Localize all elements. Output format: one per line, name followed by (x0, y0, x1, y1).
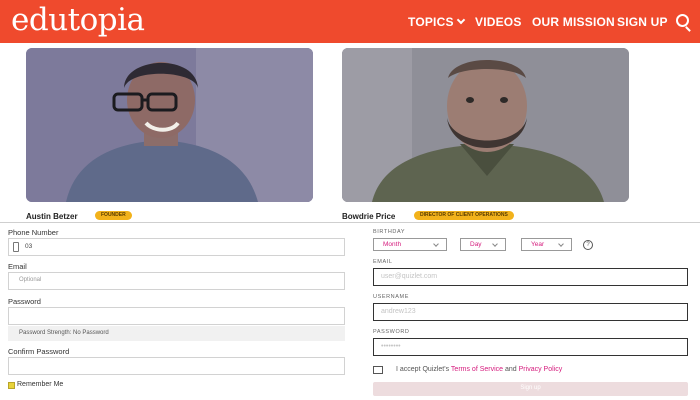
password-strength-text: Password Strength: No Password (19, 330, 109, 336)
phone-icon (13, 242, 19, 252)
terms-of-service-link[interactable]: Terms of Service (451, 366, 503, 373)
email-label: Email (8, 262, 27, 271)
remember-me-label[interactable]: Remember Me (17, 381, 63, 388)
username-label: USERNAME (373, 294, 409, 300)
year-select[interactable]: Year (521, 238, 572, 251)
password-input[interactable]: •••••••• (373, 338, 688, 356)
email-input[interactable]: user@quizlet.com (373, 268, 688, 286)
staff-name-bowdrie: Bowdrie Price (342, 212, 396, 221)
email-placeholder: Optional (19, 277, 42, 283)
staff-photo-austin (26, 48, 313, 202)
accept-terms-checkbox[interactable] (373, 366, 383, 374)
top-navigation-bar: edutopia TOPICS VIDEOS OUR MISSION SIGN … (0, 0, 700, 43)
nav-sign-up[interactable]: SIGN UP (617, 15, 668, 29)
chevron-down-icon (492, 241, 498, 247)
password-field[interactable] (8, 307, 345, 325)
section-divider (0, 222, 700, 223)
phone-field[interactable]: 03 (8, 238, 345, 256)
month-select[interactable]: Month (373, 238, 447, 251)
edutopia-logo[interactable]: edutopia (11, 2, 145, 38)
nav-topics-label: TOPICS (408, 15, 454, 29)
chevron-down-icon (433, 241, 439, 247)
username-placeholder: andrew123 (381, 308, 416, 315)
search-icon[interactable] (676, 14, 689, 27)
accept-and: and (505, 366, 517, 373)
staff-name-austin: Austin Betzer (26, 212, 78, 221)
phone-value: 03 (25, 243, 33, 250)
nav-topics[interactable]: TOPICS (408, 15, 465, 29)
username-input[interactable]: andrew123 (373, 303, 688, 321)
birthday-label: BIRTHDAY (373, 229, 406, 235)
help-icon[interactable]: ? (583, 240, 593, 250)
email-input-placeholder: user@quizlet.com (381, 273, 438, 280)
remember-me-checkbox[interactable] (8, 382, 15, 389)
role-badge-director: DIRECTOR OF CLIENT OPERATIONS (414, 211, 514, 220)
email-label-right: EMAIL (373, 259, 393, 265)
password-strength-hint: Password Strength: No Password (8, 326, 345, 341)
month-value: Month (383, 241, 402, 248)
password-label: Password (8, 297, 41, 306)
phone-label: Phone Number (8, 228, 59, 237)
chevron-down-icon (456, 15, 465, 25)
chevron-down-icon (558, 241, 564, 247)
sign-up-button[interactable]: Sign up (373, 382, 688, 396)
year-value: Year (531, 241, 545, 248)
nav-our-mission[interactable]: OUR MISSION (532, 15, 615, 29)
privacy-policy-link[interactable]: Privacy Policy (519, 366, 563, 373)
password-label-right: PASSWORD (373, 329, 410, 335)
day-value: Day (470, 241, 482, 248)
accept-terms-text: I accept Quizlet's Terms of Service and … (396, 366, 562, 373)
staff-photo-bowdrie (342, 48, 629, 202)
day-select[interactable]: Day (460, 238, 506, 251)
role-badge-founder: FOUNDER (95, 211, 132, 220)
sign-up-button-label: Sign up (520, 385, 541, 391)
email-field[interactable]: Optional (8, 272, 345, 290)
confirm-password-field[interactable] (8, 357, 345, 375)
password-placeholder: •••••••• (381, 343, 401, 350)
nav-videos[interactable]: VIDEOS (475, 15, 522, 29)
accept-prefix: I accept Quizlet's (396, 366, 450, 373)
confirm-password-label: Confirm Password (8, 347, 70, 356)
